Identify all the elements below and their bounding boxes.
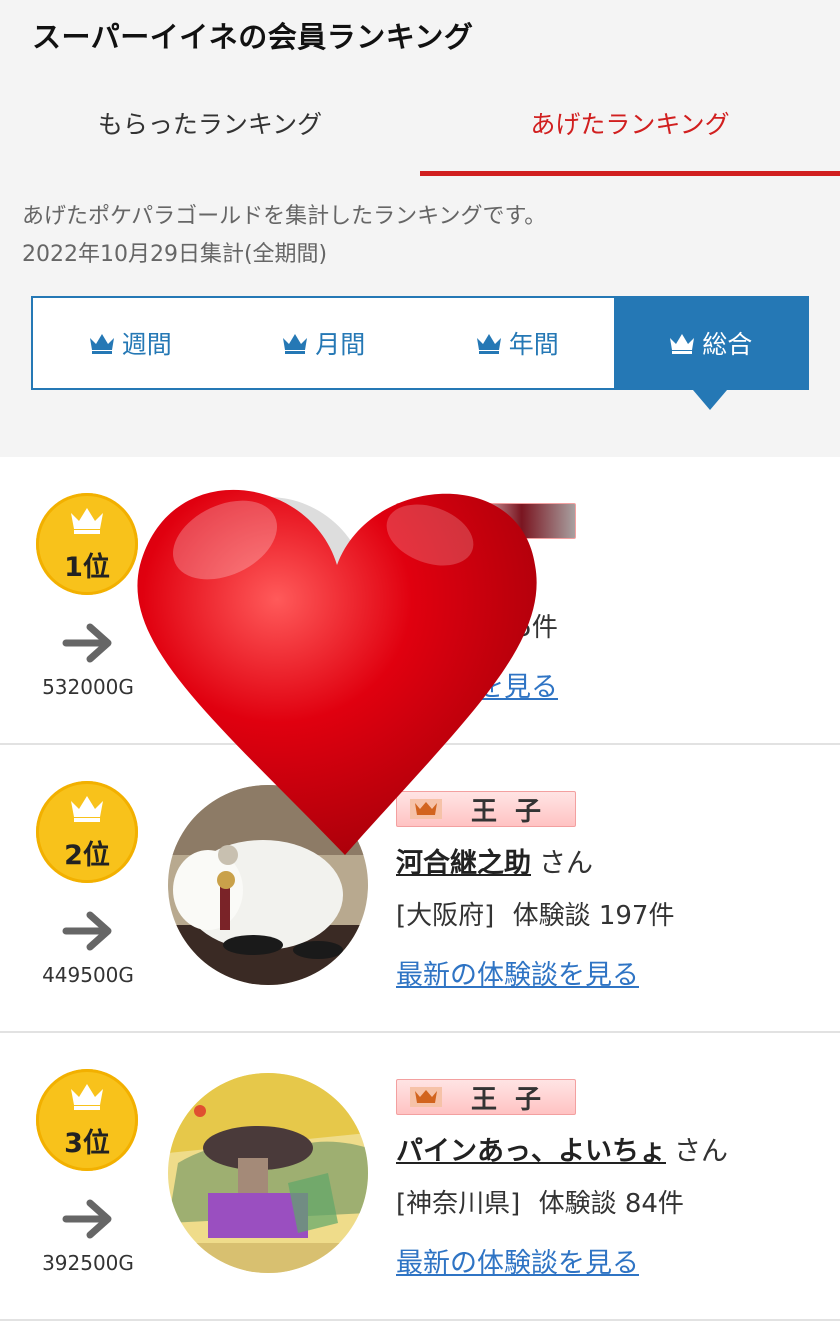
avatar[interactable]	[168, 1073, 368, 1273]
points-given: 392500G	[42, 1251, 134, 1275]
latest-review-link[interactable]: 最新の体験談を見る	[396, 1241, 639, 1280]
rank-medal: 3位	[36, 1069, 138, 1171]
avatar[interactable]	[168, 497, 368, 697]
member-meta: [大阪府] 体験談 197件	[396, 895, 674, 932]
tab-monthly[interactable]: 月間	[227, 298, 421, 388]
crown-icon	[670, 334, 695, 354]
tab-overall-label: 総合	[702, 330, 753, 359]
tab-received-ranking[interactable]: もらったランキング	[0, 80, 420, 176]
rank-medal: 2位	[36, 781, 138, 883]
review-count: 体験談 495件	[396, 613, 558, 643]
title-badge: 王子	[396, 791, 576, 827]
arrow-right-icon	[62, 1199, 112, 1239]
points-given: 532000G	[42, 675, 134, 699]
crown-icon	[71, 508, 103, 534]
points-given: 449500G	[42, 963, 134, 987]
member-name-link[interactable]: パインあっ、よいちょ	[396, 1136, 666, 1167]
rank-medal: 1位	[36, 493, 138, 595]
tab-weekly[interactable]: 週間	[33, 298, 227, 388]
aggregation-date: 2022年10月29日集計(全期間)	[22, 242, 328, 267]
ranking-row: 3位 392500G 王子 パインあっ、よいちょ さん [神奈川県] 体験談 8…	[0, 1033, 840, 1321]
arrow-right-icon	[62, 911, 112, 951]
title-badge	[396, 503, 576, 539]
ranking-list: 1位 532000G 王子 さん 体験談 495件 体験談を見る 2位 44950…	[0, 457, 840, 1330]
rank-label: 2位	[64, 840, 110, 871]
member-name-link[interactable]: 河合継之助	[396, 848, 531, 879]
badge-text: 王子	[471, 796, 560, 827]
crown-icon	[410, 799, 442, 819]
title-badge: 王子	[396, 1079, 576, 1115]
arrow-right-icon	[62, 623, 112, 663]
crown-icon	[283, 334, 308, 354]
member-name-line: パインあっ、よいちょ さん	[396, 1129, 728, 1168]
honorific: さん	[458, 560, 512, 591]
page-title: スーパーイイネの会員ランキング	[32, 20, 474, 54]
prefecture: [神奈川県]	[396, 1189, 521, 1219]
review-count: 体験談 197件	[512, 901, 675, 931]
badge-text: 王子	[471, 1084, 560, 1115]
ranking-row: 2位 449500G 王子 河合継之助 さん [大阪府] 体験談 197件 最新…	[0, 745, 840, 1033]
crown-icon	[410, 1087, 442, 1107]
tab-monthly-label: 月間	[315, 330, 366, 359]
rank-label: 3位	[64, 1128, 110, 1159]
honorific: さん	[674, 1136, 728, 1167]
crown-icon	[71, 796, 103, 822]
ranking-type-tabs: もらったランキング あげたランキング	[0, 80, 840, 176]
member-meta: 体験談 495件	[396, 607, 558, 644]
description-text: あげたポケパラゴールドを集計したランキングです。	[22, 204, 547, 229]
period-tabs: 週間 月間 年間 総合	[31, 296, 809, 410]
honorific: さん	[539, 848, 593, 879]
ranking-description: あげたポケパラゴールドを集計したランキングです。 2022年10月29日集計(全…	[22, 198, 546, 274]
tab-yearly[interactable]: 年間	[420, 298, 614, 388]
member-name-line: 河合継之助 さん	[396, 841, 593, 880]
ranking-row: 1位 532000G 王子 さん 体験談 495件 体験談を見る	[0, 457, 840, 745]
latest-review-link[interactable]: 最新の体験談を見る	[396, 953, 639, 992]
avatar[interactable]	[168, 785, 368, 985]
member-meta: [神奈川県] 体験談 84件	[396, 1183, 684, 1220]
prefecture: [大阪府]	[396, 901, 495, 931]
avatar-cat-photo	[168, 785, 368, 985]
member-name-line: 王子 さん	[396, 553, 512, 592]
crown-icon	[71, 1084, 103, 1110]
tab-overall[interactable]: 総合	[613, 298, 807, 410]
member-name-link[interactable]: 王子	[396, 560, 450, 591]
tab-given-ranking[interactable]: あげたランキング	[420, 80, 840, 176]
crown-icon	[89, 334, 114, 354]
tab-yearly-label: 年間	[508, 330, 559, 359]
tab-weekly-label: 週間	[121, 330, 172, 359]
crown-icon	[476, 334, 501, 354]
latest-review-link[interactable]: 体験談を見る	[396, 665, 558, 704]
rank-label: 1位	[64, 552, 110, 583]
avatar-crayon-drawing	[168, 1073, 368, 1273]
review-count: 体験談 84件	[538, 1189, 684, 1219]
